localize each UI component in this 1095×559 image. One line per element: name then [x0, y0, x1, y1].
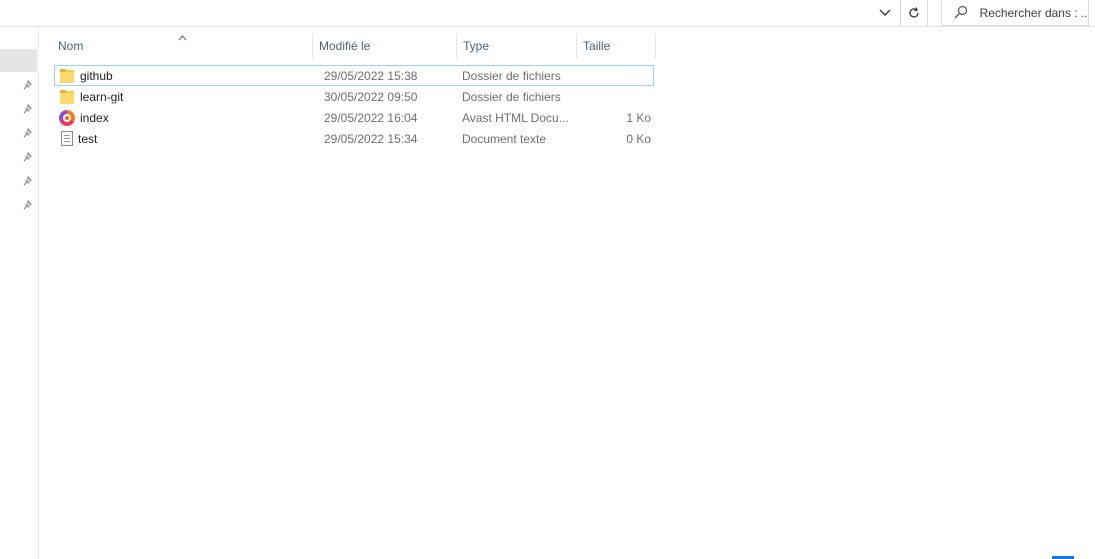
column-header-type-label: Type	[463, 39, 490, 53]
nav-selected-item[interactable]	[0, 49, 37, 72]
file-list: github 29/05/2022 15:38 Dossier de fichi…	[54, 65, 654, 149]
pin-icon	[22, 151, 34, 164]
file-row-learn-git[interactable]: learn-git 30/05/2022 09:50 Dossier de fi…	[54, 86, 654, 107]
pin-icon	[22, 199, 34, 212]
file-size: 1 Ko	[626, 110, 651, 125]
file-row-index[interactable]: index 29/05/2022 16:04 Avast HTML Docu..…	[54, 107, 654, 128]
file-size: 0 Ko	[626, 131, 651, 146]
file-type: Dossier de fichiers	[462, 68, 561, 83]
text-document-icon	[61, 131, 73, 146]
file-modified: 29/05/2022 16:04	[324, 110, 418, 125]
column-header-size[interactable]: Taille	[577, 34, 656, 58]
column-header-modified-label: Modifié le	[319, 39, 371, 53]
file-name-cell: github	[55, 68, 314, 84]
pin-icon	[22, 175, 34, 188]
file-name: learn-git	[80, 89, 124, 104]
file-modified: 29/05/2022 15:38	[324, 68, 418, 83]
sort-ascending-icon	[178, 26, 187, 50]
search-input[interactable]: Rechercher dans : ...	[941, 0, 1089, 26]
search-placeholder: Rechercher dans : ...	[979, 5, 1088, 20]
pin-icon	[22, 127, 34, 140]
search-icon	[954, 5, 970, 21]
column-header-name[interactable]: Nom	[52, 34, 313, 58]
refresh-button[interactable]	[900, 0, 928, 26]
file-name-cell: index	[55, 109, 314, 126]
file-name-cell: learn-git	[55, 89, 314, 105]
file-row-github[interactable]: github 29/05/2022 15:38 Dossier de fichi…	[54, 65, 654, 86]
file-type: Dossier de fichiers	[462, 89, 561, 104]
file-type: Avast HTML Docu...	[462, 110, 569, 125]
avast-browser-icon	[59, 109, 75, 126]
address-history-dropdown[interactable]	[872, 0, 898, 26]
folder-icon	[59, 89, 75, 105]
column-header-name-label: Nom	[58, 39, 84, 53]
pin-icon	[22, 79, 34, 92]
column-header-size-label: Taille	[583, 39, 611, 53]
file-modified: 30/05/2022 09:50	[324, 89, 418, 104]
file-name-cell: test	[55, 131, 314, 146]
pin-icon	[22, 103, 34, 116]
column-header-modified[interactable]: Modifié le	[313, 34, 457, 58]
navigation-pane	[0, 27, 39, 559]
file-name: test	[78, 131, 98, 146]
folder-icon	[59, 68, 75, 84]
chevron-down-icon	[879, 9, 891, 16]
file-name: github	[80, 68, 113, 83]
file-type: Document texte	[462, 131, 547, 146]
file-modified: 29/05/2022 15:34	[324, 131, 418, 146]
file-name: index	[80, 110, 109, 125]
address-toolbar: Rechercher dans : ...	[0, 0, 1095, 27]
column-headers: Nom Modifié le Type Taille	[52, 34, 656, 58]
refresh-icon	[909, 7, 919, 18]
column-header-type[interactable]: Type	[457, 34, 577, 58]
file-row-test[interactable]: test 29/05/2022 15:34 Document texte 0 K…	[54, 128, 654, 149]
